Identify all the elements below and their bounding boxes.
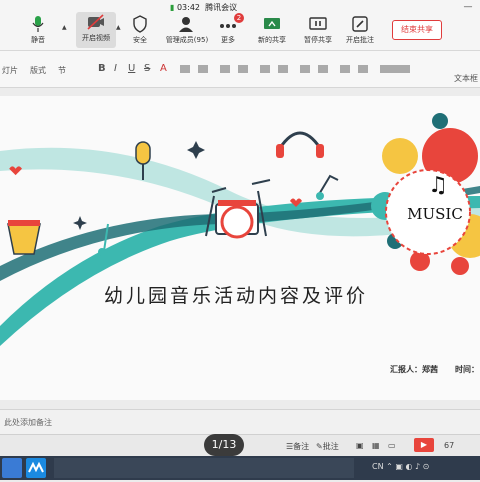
notes-placeholder: 此处添加备注 (4, 418, 52, 427)
normal-view-icon[interactable]: ▣ (356, 441, 364, 450)
pause-share-icon (309, 17, 327, 30)
ribbon: 灯片 版式 节 B I U S A 文本框 (0, 51, 480, 88)
textbox-button[interactable]: 文本框 (454, 73, 478, 84)
video-label: 开启视频 (82, 34, 110, 42)
music-label: MUSIC (407, 205, 463, 223)
meeting-logo-icon (28, 461, 44, 473)
taskbar-search-area[interactable] (54, 458, 354, 478)
microphone-icon (32, 16, 44, 32)
notes-pane[interactable]: 此处添加备注 (0, 409, 480, 435)
meeting-toolbar: ▮ 03:42 腾讯会议 — 静音 ▲ 开启视频 ▲ 安全 管理成员(95) 2… (0, 0, 480, 51)
notification-badge: 2 (234, 13, 244, 23)
pause-share-label: 暂停共享 (304, 36, 332, 44)
reading-view-icon[interactable]: ▭ (388, 441, 396, 450)
annotate-button[interactable]: 开启批注 (340, 14, 380, 48)
sparkle-icon (73, 216, 87, 230)
members-icon (179, 17, 193, 32)
ribbon-slide-button[interactable]: 灯片 (2, 65, 18, 76)
circle-cluster (371, 113, 480, 275)
meeting-title-bar: ▮ 03:42 腾讯会议 (170, 2, 237, 14)
more-label: 更多 (221, 36, 235, 44)
zoom-level[interactable]: 67 (444, 441, 454, 450)
notes-toggle-button[interactable]: ☰备注 (286, 441, 309, 452)
ribbon-tool-icons (180, 61, 440, 75)
strikethrough-button[interactable]: S (144, 63, 150, 74)
mute-button[interactable]: 静音 (18, 14, 58, 48)
minimize-button[interactable]: — (458, 2, 478, 14)
slide-canvas: ♫ MUSIC 幼儿园音乐活动内容及评价 汇报人：郑茜 时间： (0, 96, 480, 400)
mute-label: 静音 (31, 36, 45, 44)
taskbar-app-icon[interactable] (2, 458, 22, 478)
grid-view-icon[interactable]: ▦ (372, 441, 380, 450)
tray-icons: CN ⌃ ▣ ◐ ♪ ⊙ (372, 462, 430, 471)
share-screen-icon (264, 18, 280, 29)
members-label: 管理成员(95) (165, 36, 209, 44)
more-button[interactable]: 2 更多 (208, 13, 248, 48)
camera-off-icon (87, 14, 104, 30)
headphones-icon (276, 131, 324, 158)
font-color-button[interactable]: A (160, 63, 167, 74)
music-note-glyph-icon: ♫ (428, 173, 448, 198)
signal-icon: ▮ (170, 3, 175, 12)
hand-drum-icon (7, 220, 41, 255)
comment-label: 批注 (322, 442, 339, 451)
bold-button[interactable]: B (98, 63, 106, 74)
notes-toggle-label: 备注 (293, 442, 310, 451)
underline-button[interactable]: U (128, 63, 135, 74)
slide-artwork: ♫ MUSIC (0, 113, 480, 346)
meeting-time: 03:42 (176, 3, 201, 12)
italic-button[interactable]: I (114, 63, 117, 74)
tencent-meeting-icon[interactable] (26, 458, 46, 478)
reporter-label: 汇报人：郑茜 (390, 365, 438, 374)
security-label: 安全 (133, 36, 147, 44)
comment-button[interactable]: ✎批注 (316, 441, 339, 452)
page-indicator: 1/13 (204, 434, 244, 456)
new-share-label: 新的共享 (258, 36, 286, 44)
shield-icon (133, 15, 147, 33)
sparkle-icon (187, 141, 205, 159)
ribbon-icons-icon (180, 65, 410, 73)
time-label: 时间： (455, 365, 479, 374)
chevron-up-icon[interactable]: ▲ (62, 24, 67, 31)
members-button[interactable]: 管理成员(95) (164, 14, 210, 48)
ribbon-section-button[interactable]: 节 (58, 65, 66, 76)
pause-share-button[interactable]: 暂停共享 (298, 14, 338, 48)
ribbon-layout-button[interactable]: 版式 (30, 65, 46, 76)
slideshow-play-icon[interactable]: ▶ (414, 438, 434, 452)
end-share-button[interactable]: 结束共享 (392, 20, 442, 40)
taskbar: CN ⌃ ▣ ◐ ♪ ⊙ (0, 456, 480, 480)
security-button[interactable]: 安全 (120, 14, 160, 48)
annotate-label: 开启批注 (346, 36, 374, 44)
video-button[interactable]: 开启视频 (76, 12, 116, 48)
annotate-icon (352, 16, 368, 32)
meeting-app-title: 腾讯会议 (205, 3, 238, 12)
slide-title: 幼儿园音乐活动内容及评价 (104, 285, 369, 307)
new-share-button[interactable]: 新的共享 (252, 14, 292, 48)
